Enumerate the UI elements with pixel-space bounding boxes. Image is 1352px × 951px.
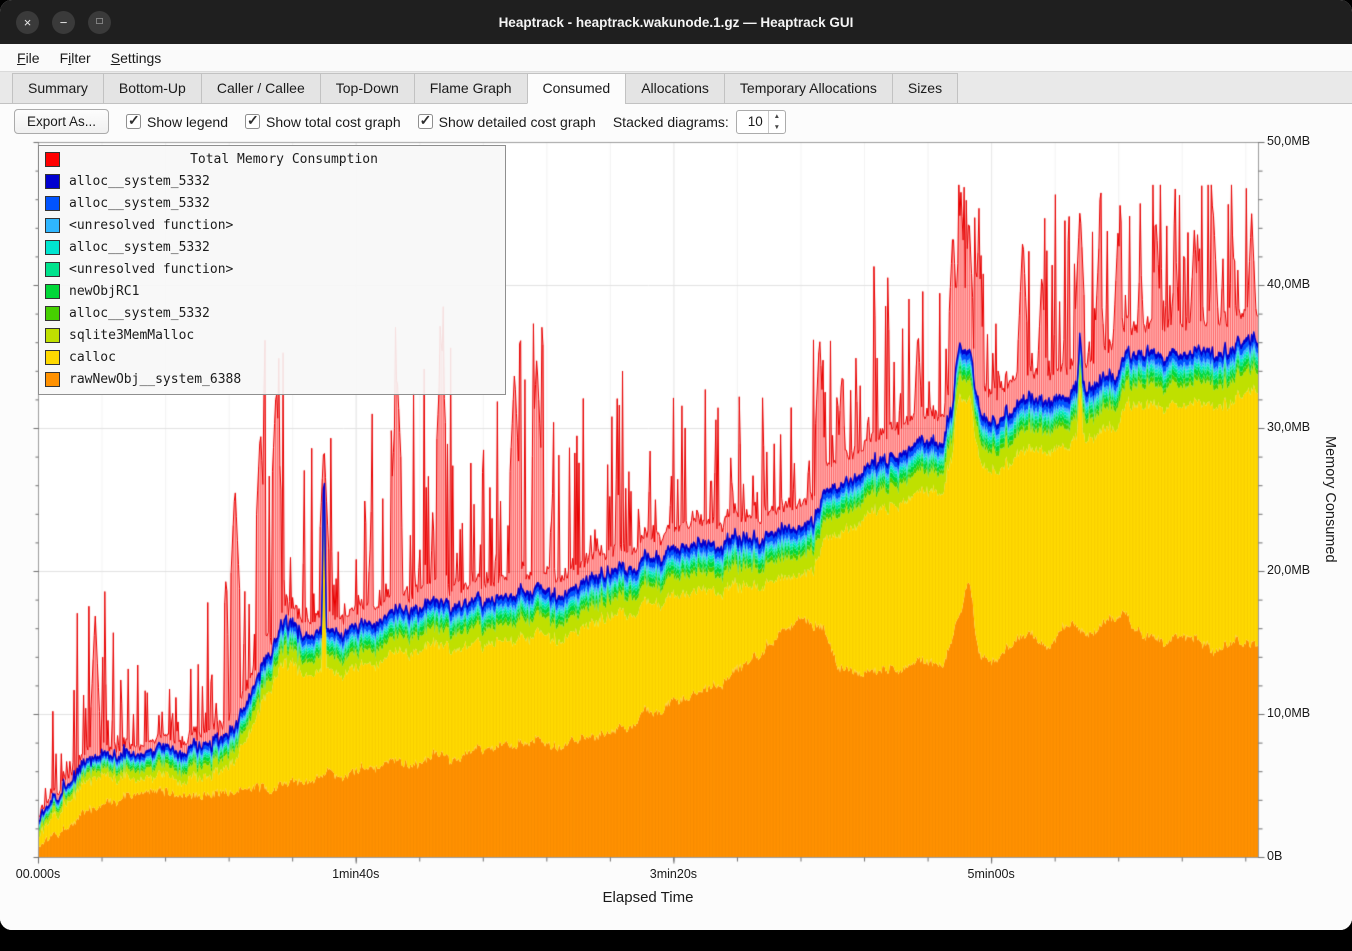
legend-swatch xyxy=(45,240,60,255)
legend-label: alloc__system_5332 xyxy=(69,240,210,255)
checkbox-label: Show legend xyxy=(147,114,228,130)
show-total-cost-graph-checkbox[interactable]: Show total cost graph xyxy=(245,114,401,130)
y-tick-label: 10,0MB xyxy=(1267,706,1310,720)
spin-buttons: ▲ ▼ xyxy=(768,111,785,133)
legend-swatch xyxy=(45,284,60,299)
checkbox-icon xyxy=(245,114,260,129)
legend-item: rawNewObj__system_6388 xyxy=(39,368,505,390)
close-icon: × xyxy=(24,16,32,29)
legend-item: alloc__system_5332 xyxy=(39,170,505,192)
legend-swatch xyxy=(45,372,60,387)
checkbox-icon xyxy=(126,114,141,129)
tab-caller-callee[interactable]: Caller / Callee xyxy=(201,73,321,104)
window-controls: × − □ xyxy=(16,0,111,44)
tab-flame-graph[interactable]: Flame Graph xyxy=(414,73,528,104)
tab-temporary-allocations[interactable]: Temporary Allocations xyxy=(724,73,893,104)
legend-label: alloc__system_5332 xyxy=(69,174,210,189)
tab-allocations[interactable]: Allocations xyxy=(625,73,725,104)
checkbox-label: Show total cost graph xyxy=(266,114,401,130)
x-tick-label: 3min20s xyxy=(628,867,718,881)
legend-label: sqlite3MemMalloc xyxy=(69,328,194,343)
legend-label: alloc__system_5332 xyxy=(69,306,210,321)
close-button[interactable]: × xyxy=(16,11,39,34)
legend-item: <unresolved function> xyxy=(39,214,505,236)
legend-swatch xyxy=(45,196,60,211)
maximize-icon: □ xyxy=(96,17,102,27)
menu-filter[interactable]: Filter xyxy=(51,47,100,69)
y-axis-title: Memory Consumed xyxy=(1322,142,1338,857)
legend-swatch xyxy=(45,174,60,189)
stacked-diagrams-label: Stacked diagrams: xyxy=(613,114,729,130)
legend-item: alloc__system_5332 xyxy=(39,192,505,214)
x-tick-label: 00.000s xyxy=(0,867,83,881)
legend-item: calloc xyxy=(39,346,505,368)
tab-summary[interactable]: Summary xyxy=(12,73,104,104)
legend-swatch xyxy=(45,306,60,321)
legend-label: <unresolved function> xyxy=(69,218,233,233)
chart-legend: Total Memory Consumption alloc__system_53… xyxy=(38,145,506,395)
y-tick-label: 30,0MB xyxy=(1267,420,1310,434)
menu-settings[interactable]: Settings xyxy=(102,47,171,69)
minimize-button[interactable]: − xyxy=(52,11,75,34)
show-detailed-cost-graph-checkbox[interactable]: Show detailed cost graph xyxy=(418,114,596,130)
legend-item: sqlite3MemMalloc xyxy=(39,324,505,346)
legend-label: <unresolved function> xyxy=(69,262,233,277)
legend-swatch xyxy=(45,350,60,365)
menu-bar: File Filter Settings xyxy=(0,44,1352,72)
y-tick-label: 0B xyxy=(1267,849,1282,863)
stacked-diagrams-spinbox[interactable]: 10 ▲ ▼ xyxy=(736,110,786,134)
menu-file[interactable]: File xyxy=(8,47,49,69)
spin-up-button[interactable]: ▲ xyxy=(769,111,785,122)
tab-sizes[interactable]: Sizes xyxy=(892,73,958,104)
legend-label: rawNewObj__system_6388 xyxy=(69,372,241,387)
show-legend-checkbox[interactable]: Show legend xyxy=(126,114,228,130)
legend-title-row: Total Memory Consumption xyxy=(39,148,505,170)
toolbar: Export As... Show legend Show total cost… xyxy=(0,104,1352,139)
legend-label: newObjRC1 xyxy=(69,284,139,299)
spin-value: 10 xyxy=(737,111,768,133)
legend-label: calloc xyxy=(69,350,116,365)
y-tick-label: 20,0MB xyxy=(1267,563,1310,577)
tab-consumed[interactable]: Consumed xyxy=(527,73,627,104)
legend-item: alloc__system_5332 xyxy=(39,236,505,258)
chart-area: Total Memory Consumption alloc__system_53… xyxy=(0,139,1352,930)
x-tick-label: 5min00s xyxy=(946,867,1036,881)
maximize-button[interactable]: □ xyxy=(88,11,111,34)
y-tick-label: 50,0MB xyxy=(1267,134,1310,148)
legend-title: Total Memory Consumption xyxy=(69,152,499,167)
minimize-icon: − xyxy=(60,16,68,29)
checkbox-icon xyxy=(418,114,433,129)
heaptrack-window: × − □ Heaptrack - heaptrack.wakunode.1.g… xyxy=(0,0,1352,930)
legend-item: <unresolved function> xyxy=(39,258,505,280)
legend-swatch xyxy=(45,262,60,277)
y-tick-label: 40,0MB xyxy=(1267,277,1310,291)
window-title: Heaptrack - heaptrack.wakunode.1.gz — He… xyxy=(499,15,854,30)
titlebar: × − □ Heaptrack - heaptrack.wakunode.1.g… xyxy=(0,0,1352,44)
tab-top-down[interactable]: Top-Down xyxy=(320,73,415,104)
x-axis-title: Elapsed Time xyxy=(38,889,1258,906)
legend-swatch xyxy=(45,218,60,233)
legend-item: newObjRC1 xyxy=(39,280,505,302)
spin-down-button[interactable]: ▼ xyxy=(769,122,785,133)
legend-swatch xyxy=(45,152,60,167)
tab-bottom-up[interactable]: Bottom-Up xyxy=(103,73,202,104)
legend-label: alloc__system_5332 xyxy=(69,196,210,211)
legend-swatch xyxy=(45,328,60,343)
legend-item: alloc__system_5332 xyxy=(39,302,505,324)
tab-bar: Summary Bottom-Up Caller / Callee Top-Do… xyxy=(0,72,1352,104)
export-as-button[interactable]: Export As... xyxy=(14,109,109,134)
checkbox-label: Show detailed cost graph xyxy=(439,114,596,130)
x-tick-label: 1min40s xyxy=(311,867,401,881)
